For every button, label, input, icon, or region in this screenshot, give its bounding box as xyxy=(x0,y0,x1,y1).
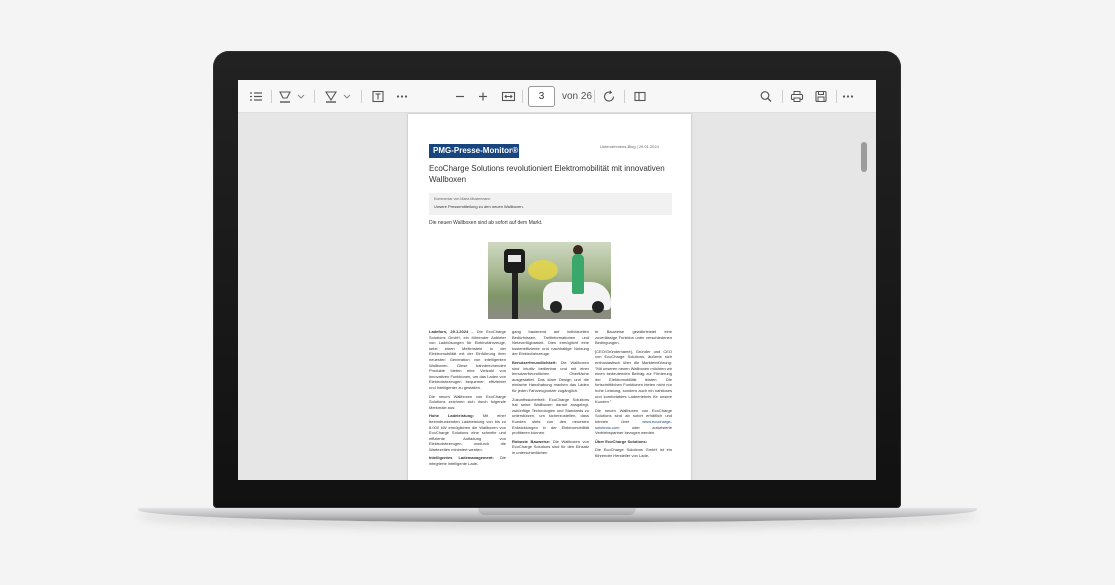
highlight-icon[interactable] xyxy=(278,89,292,104)
save-icon[interactable] xyxy=(814,89,828,104)
laptop-notch xyxy=(478,508,636,515)
separator xyxy=(624,90,625,103)
article-photo xyxy=(488,242,611,319)
paragraph: Die Wallboxen sind intuitiv bedienbar un… xyxy=(512,359,589,393)
paragraph-heading: Benutzerfreundlichkeit: xyxy=(512,359,557,365)
logo: PMG-Presse-Monitor® xyxy=(429,144,519,158)
paragraph: Die neuen Wallboxen von EcoCharge Soluti… xyxy=(429,393,506,410)
dateline: Ladeforn, 29.1.2024 xyxy=(429,329,469,334)
paragraph-heading: Robuste Bauweise: xyxy=(512,438,551,444)
page-count-label: von 26 xyxy=(562,91,593,102)
draw-icon[interactable] xyxy=(324,89,338,104)
screen: 3 von 26 PMG-Presse-Monitor® Unternehmen… xyxy=(238,80,876,480)
page-number-input[interactable]: 3 xyxy=(528,86,555,107)
rotate-icon[interactable] xyxy=(602,89,616,104)
more-icon[interactable] xyxy=(395,89,409,104)
photo-person xyxy=(572,254,584,294)
separator xyxy=(361,90,362,103)
paragraph-heading: Intelligentes Lademanagement: xyxy=(429,455,494,461)
zoom-out-icon[interactable] xyxy=(453,89,467,104)
scrollbar-thumb[interactable] xyxy=(861,142,867,172)
comment-author: Kommentar von Maria Mustermann xyxy=(434,197,491,201)
print-icon[interactable] xyxy=(790,89,804,104)
paragraph: Mit einer beeindruckenden Ladeleistung v… xyxy=(429,413,506,452)
chevron-down-icon[interactable] xyxy=(296,89,306,104)
paragraph: – Die EcoCharge Solutions GmbH, ein führ… xyxy=(429,329,506,390)
document-viewer[interactable]: PMG-Presse-Monitor® Unternehmens-Blog | … xyxy=(238,113,876,480)
paragraph: Die EcoCharge Solutions GmbH ist ein füh… xyxy=(595,447,672,458)
photo-wheel xyxy=(550,301,562,313)
pdf-page: PMG-Presse-Monitor® Unternehmens-Blog | … xyxy=(408,114,691,480)
photo-pole xyxy=(512,273,518,319)
search-icon[interactable] xyxy=(759,89,773,104)
separator xyxy=(836,90,837,103)
chevron-down-icon[interactable] xyxy=(342,89,352,104)
article-column-2: gang basierend auf individuellen Bedürfn… xyxy=(512,329,589,458)
comment-text: Unsere Pressemitteilung zu den neuen Wal… xyxy=(434,204,524,209)
separator xyxy=(594,90,595,103)
laptop-lid: 3 von 26 PMG-Presse-Monitor® Unternehmen… xyxy=(213,51,901,508)
headline: EcoCharge Solutions revolutioniert Elekt… xyxy=(429,164,665,184)
paragraph: [CEO/Gründername], Gründer und CEO von E… xyxy=(595,348,672,405)
separator xyxy=(782,90,783,103)
fit-page-icon[interactable] xyxy=(501,89,516,104)
separator xyxy=(314,90,315,103)
lead-text: Die neuen Wallboxen sind ab sofort auf d… xyxy=(429,220,543,226)
article-column-3: te Bauweise gewährleistet eine zuverläss… xyxy=(595,329,672,461)
separator xyxy=(271,90,272,103)
list-icon[interactable] xyxy=(249,89,263,104)
paragraph: gang basierend auf individuellen Bedürfn… xyxy=(512,329,589,357)
blog-meta: Unternehmens-Blog | 29.01.2024 xyxy=(600,144,659,149)
article-columns: Ladeforn, 29.1.2024 – Die EcoCharge Solu… xyxy=(429,329,674,480)
paragraph-heading: Hohe Ladeleistung: xyxy=(429,413,474,419)
article-column-1: Ladeforn, 29.1.2024 – Die EcoCharge Solu… xyxy=(429,329,506,470)
paragraph: Zukunftssicherheit: EcoCharge Solutions … xyxy=(512,396,589,436)
photo-wallbox-display xyxy=(508,255,521,262)
zoom-in-icon[interactable] xyxy=(476,89,490,104)
text-box-icon[interactable] xyxy=(371,89,385,104)
photo-flowers xyxy=(528,260,558,280)
pdf-toolbar: 3 von 26 xyxy=(238,80,876,113)
page-view-icon[interactable] xyxy=(633,89,647,104)
paragraph-heading: Über EcoCharge Solutions: xyxy=(595,438,648,444)
more-icon[interactable] xyxy=(841,89,855,104)
photo-wheel xyxy=(592,301,604,313)
paragraph: te Bauweise gewährleistet eine zuverläss… xyxy=(595,329,672,346)
comment-box: Kommentar von Maria Mustermann Unsere Pr… xyxy=(429,193,672,215)
separator xyxy=(522,90,523,103)
